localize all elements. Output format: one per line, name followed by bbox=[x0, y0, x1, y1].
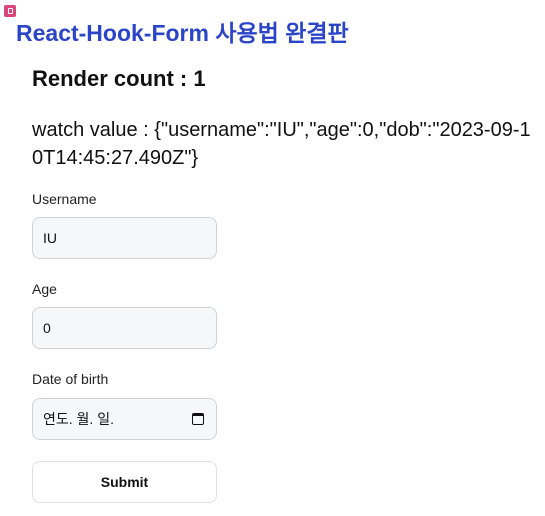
submit-button[interactable]: Submit bbox=[32, 461, 217, 503]
dob-placeholder: 연도. 월. 일. bbox=[43, 411, 114, 427]
render-count: Render count : 1 bbox=[32, 66, 206, 91]
username-input[interactable]: IU bbox=[32, 217, 217, 259]
clipboard-icon bbox=[4, 5, 16, 17]
age-label: Age bbox=[32, 281, 57, 297]
age-value: 0 bbox=[43, 320, 51, 336]
dob-label: Date of birth bbox=[32, 371, 109, 387]
watch-value: watch value : {"username":"IU","age":0,"… bbox=[32, 119, 531, 169]
dob-input[interactable]: 연도. 월. 일. bbox=[32, 398, 217, 440]
page-title: React-Hook-Form 사용법 완결판 bbox=[16, 20, 349, 46]
age-input[interactable]: 0 bbox=[32, 307, 217, 349]
username-label: Username bbox=[32, 191, 97, 207]
calendar-icon[interactable] bbox=[192, 413, 204, 425]
username-value: IU bbox=[43, 230, 57, 246]
